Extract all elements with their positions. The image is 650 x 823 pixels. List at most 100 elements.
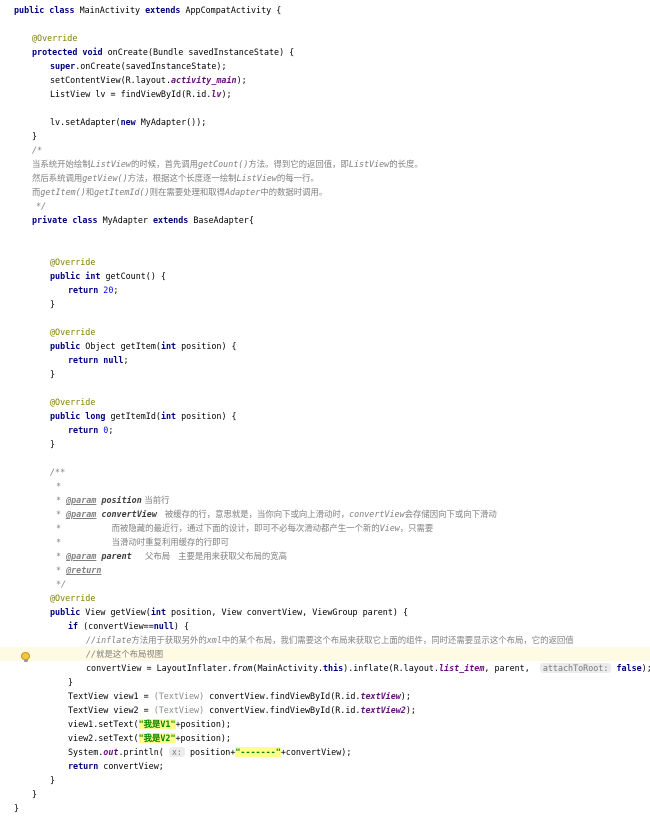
code-line[interactable]: /** [0,465,650,479]
code-token: +convertView); [280,747,352,757]
code-line[interactable]: } [0,675,650,689]
code-line[interactable]: return convertView; [0,759,650,773]
code-token: protected void [32,47,108,57]
code-line[interactable]: return 0; [0,423,650,437]
code-line[interactable]: TextView view2 = (TextView) convertView.… [0,703,650,717]
code-token: from [232,663,253,673]
code-token: +position); [175,733,231,743]
intention-bulb-icon[interactable] [21,652,30,662]
code-line[interactable]: lv.setAdapter(new MyAdapter()); [0,115,650,129]
code-line[interactable]: } [0,437,650,451]
code-token: view2.setText( [68,733,139,743]
code-line[interactable]: public View getView(int position, View c… [0,605,650,619]
code-line[interactable]: TextView view1 = (TextView) convertView.… [0,689,650,703]
code-token: ListView [236,173,277,183]
code-line[interactable]: } [0,367,650,381]
code-token: Adapter [224,187,261,197]
code-line[interactable]: } [0,129,650,143]
code-token: "-------" [235,747,281,757]
code-line[interactable]: * 当滑动时重复利用缓存的行即可 [0,535,650,549]
code-token: xml [206,635,222,645]
code-token: 和 [85,187,95,197]
code-token: 就是这个布局视图 [96,649,164,659]
code-line[interactable]: private class MyAdapter extends BaseAdap… [0,213,650,227]
code-token: view1.setText( [68,719,139,729]
code-token: convertView; [103,761,164,771]
code-token: list_item [438,663,485,673]
code-token: 的时候，首先调用 [130,159,198,169]
code-token: ListView [348,159,390,169]
code-line[interactable]: } [0,773,650,787]
code-token: View getView( [85,607,151,617]
code-line[interactable]: view1.setText("我是V1"+position); [0,717,650,731]
code-line[interactable]: if (convertView==null) { [0,619,650,633]
code-token: attachToRoot: [539,663,612,673]
code-token: position, View convertView, ViewGroup pa… [171,607,409,617]
code-token: */ [36,201,47,211]
code-line[interactable]: public class MainActivity extends AppCom… [0,3,650,17]
code-token: extends [153,215,194,225]
code-token: View [379,523,400,533]
code-line[interactable]: 而getItem()和getItemId()则在需要处理和取得Adapter中的… [0,185,650,199]
code-token: if [68,621,84,631]
code-line[interactable]: convertView = LayoutInflater.from(MainAc… [0,661,650,675]
code-line[interactable]: protected void onCreate(Bundle savedInst… [0,45,650,59]
code-line[interactable]: * @param parent 父布局 主要是用来获取父布局的宽高 [0,549,650,563]
code-token: ); [400,691,411,701]
code-line[interactable]: view2.setText("我是V2"+position); [0,731,650,745]
code-line[interactable]: */ [0,577,650,591]
code-line[interactable]: ListView lv = findViewById(R.id.lv); [0,87,650,101]
code-line[interactable]: /* [0,143,650,157]
code-line[interactable]: setContentView(R.layout.activity_main); [0,73,650,87]
code-line[interactable]: } [0,787,650,801]
code-line[interactable]: } [0,801,650,815]
code-line[interactable]: //inflate方法用于获取另外的xml中的某个布局，我们需要这个布局来获取它… [0,633,650,647]
code-token: public int [50,271,106,281]
code-line[interactable]: public int getCount() { [0,269,650,283]
code-line[interactable]: */ [0,199,650,213]
code-token: ListView [90,159,131,169]
code-line[interactable]: super.onCreate(savedInstanceState); [0,59,650,73]
code-line[interactable]: @Override [0,325,650,339]
code-token: 当前行 [141,495,170,505]
code-line[interactable]: * 而被隐藏的最近行，通过下面的设计，即可不必每次滑动都产生一个新的View，只… [0,521,650,535]
code-token: @Override [50,257,96,267]
code-line[interactable]: @Override [0,591,650,605]
code-line[interactable]: * @return [0,563,650,577]
code-token: (convertView== [83,621,154,631]
code-line[interactable]: 然后系统调用getView()方法，根据这个长度逐一绘制ListView的每一行… [0,171,650,185]
code-line[interactable]: 当系统开始绘制ListView的时候，首先调用getCount()方法。得到它的… [0,157,650,171]
code-line[interactable]: * [0,479,650,493]
code-line[interactable]: public Object getItem(int position) { [0,339,650,353]
code-line[interactable]: return null; [0,353,650,367]
code-token: @param [66,509,97,519]
code-token: textView [360,691,401,701]
code-token: getCount() { [105,271,166,281]
code-token: ListView lv = findViewById(R.id. [50,89,212,99]
code-token: position) { [181,411,237,421]
code-token: new [120,117,141,127]
code-line[interactable]: public long getItemId(int position) { [0,409,650,423]
code-token: 方法。得到它的返回值，即 [248,159,349,169]
code-token: 的每一行。 [276,173,319,183]
code-line[interactable]: * @param convertView 被缓存的行，意思就是，当你向下或向上滑… [0,507,650,521]
code-line[interactable]: System.out.println( x: position+"-------… [0,745,650,759]
code-token: (TextView) [153,691,205,701]
code-line[interactable]: * @param position 当前行 [0,493,650,507]
code-line[interactable]: //就是这个布局视图 [0,647,650,661]
code-token: convertView [349,509,405,519]
code-editor[interactable]: public class MainActivity extends AppCom… [0,0,650,823]
code-token: convertView = LayoutInflater. [86,663,233,673]
code-line[interactable]: } [0,297,650,311]
code-line[interactable]: return 20; [0,283,650,297]
code-token: 的长度。 [389,159,423,169]
code-line[interactable]: @Override [0,395,650,409]
code-token: 会存储因向下或向下滑动 [404,509,497,519]
code-token: getItemId( [110,411,161,421]
code-token: MyAdapter [102,215,154,225]
code-token: parent [101,551,132,561]
code-line[interactable]: @Override [0,255,650,269]
code-token: position [101,495,142,505]
code-line[interactable]: @Override [0,31,650,45]
code-token: 方法用于获取另外的 [131,635,207,645]
